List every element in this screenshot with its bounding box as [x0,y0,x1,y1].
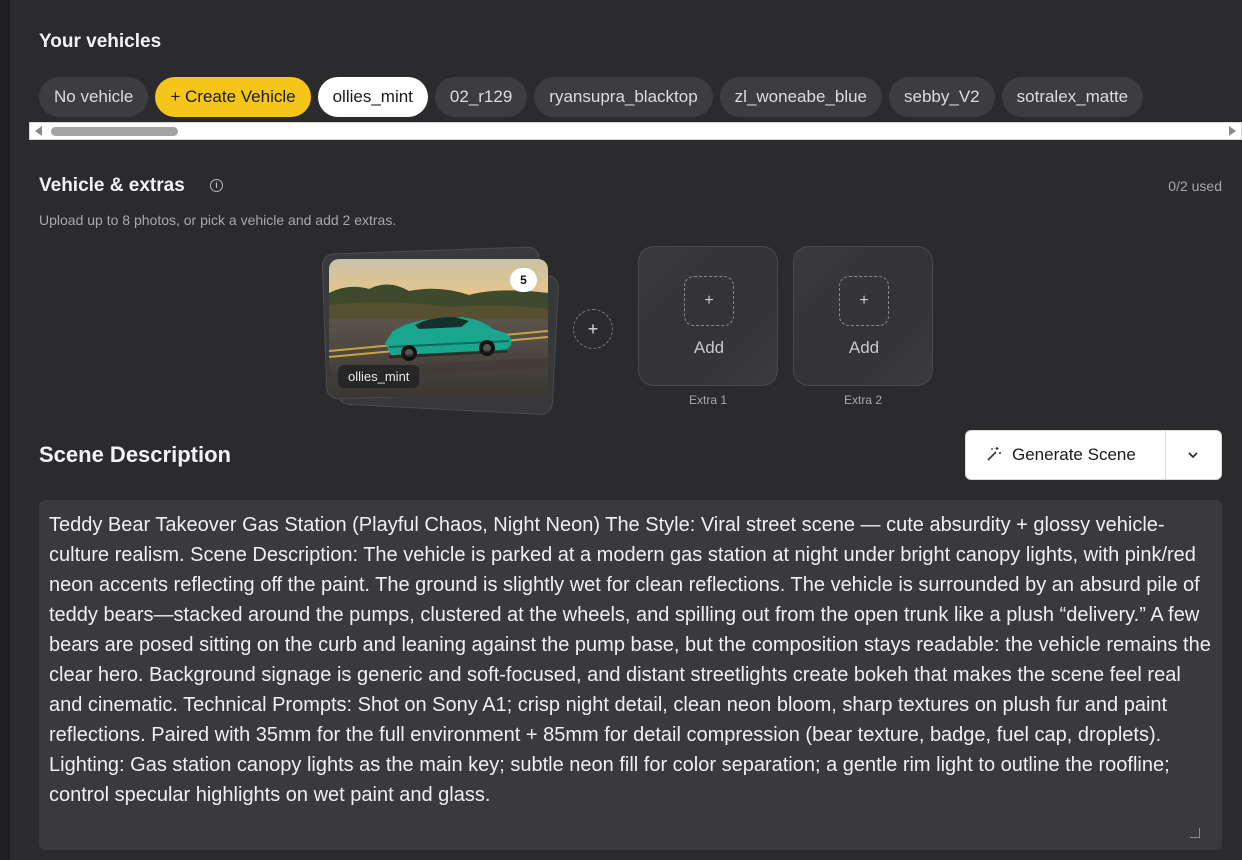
create-vehicle-button[interactable]: + Create Vehicle [155,77,311,117]
generate-scene-split-button: Generate Scene [965,430,1222,480]
scene-description-heading: Scene Description [39,442,231,467]
chip-sebby-v2[interactable]: sebby_V2 [889,77,995,117]
vehicle-card-label: ollies_mint [338,365,420,388]
extras-used-counter: 0/2 used [1168,178,1222,194]
extras-subtitle: Upload up to 8 photos, or pick a vehicle… [39,212,397,228]
extra-slot-1-caption: Extra 1 [688,393,727,407]
chip-02-r129[interactable]: 02_r129 [434,77,528,117]
vehicles-heading: Your vehicles [39,31,162,52]
extra-slot-2[interactable]: + Add [793,246,933,386]
add-photo-button[interactable]: + [573,309,613,349]
scroll-right-arrow-icon[interactable] [1229,126,1236,136]
extra-slot-2-caption: Extra 2 [843,393,882,407]
generate-options-dropdown[interactable] [1165,431,1221,479]
chip-no-vehicle[interactable]: No vehicle [39,77,149,117]
info-icon[interactable]: i [210,179,223,192]
vehicle-extras-heading: Vehicle & extras [39,175,185,196]
magic-wand-icon [986,432,1004,480]
resize-handle-icon[interactable] [1190,828,1200,838]
scroll-left-arrow-icon[interactable] [35,126,42,136]
generate-scene-button[interactable]: Generate Scene [966,431,1166,479]
plus-icon: + [587,319,599,339]
main-panel: Your vehicles No vehicle + Create Vehicle… [10,0,1242,860]
extra-slot-1-add-label: Add [693,338,725,357]
chip-ollies-mint[interactable]: ollies_mint [317,77,428,117]
chip-scrollbar[interactable] [29,122,1242,140]
scene-description-text: Teddy Bear Takeover Gas Station (Playful… [49,514,1211,806]
generate-scene-label: Generate Scene [1012,445,1136,464]
plus-icon: + [684,276,734,326]
scene-description-textarea[interactable]: Teddy Bear Takeover Gas Station (Playful… [39,500,1222,850]
chevron-down-icon [1188,451,1198,458]
extra-slot-2-add-label: Add [848,338,880,357]
scrollbar-thumb[interactable] [51,127,178,136]
vehicle-chip-list: No vehicle + Create Vehicle ollies_mint 02_… [39,77,1242,118]
chip-sotralex-matte[interactable]: sotralex_matte [1001,77,1144,117]
photo-count-badge: 5 [510,268,537,292]
chip-ryansupra-blacktop[interactable]: ryansupra_blacktop [534,77,713,117]
plus-icon: + [839,276,889,326]
chip-zl-woneabe-blue[interactable]: zl_woneabe_blue [719,77,883,117]
extra-slot-1[interactable]: + Add [638,246,778,386]
